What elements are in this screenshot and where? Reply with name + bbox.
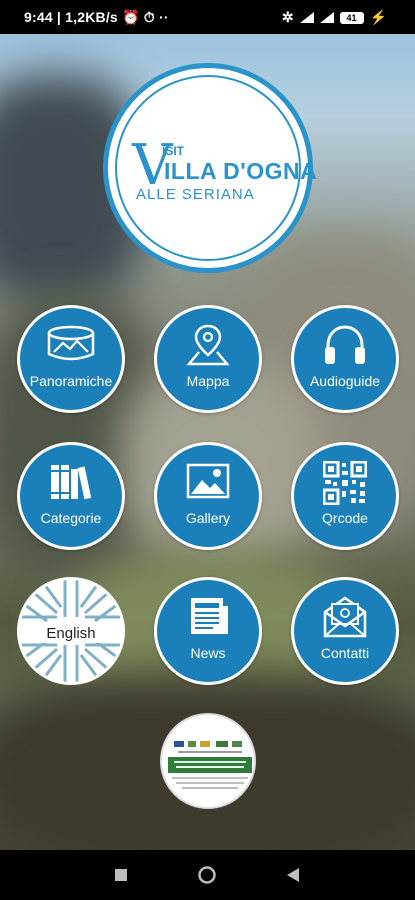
battery-icon: 41 xyxy=(339,11,364,24)
contatti-button[interactable]: Contatti xyxy=(291,577,399,685)
back-button[interactable] xyxy=(286,867,300,883)
email-icon xyxy=(294,596,396,640)
bluetooth-icon: ✲ xyxy=(281,9,294,25)
visit-villa-dogna-logo: V ISIT ILLA D'OGNA ALLE SERIANA xyxy=(103,63,317,273)
panoramiche-label: Panoramiche xyxy=(29,373,113,389)
contatti-label: Contatti xyxy=(320,645,370,661)
english-label: English xyxy=(20,624,122,643)
english-language-button[interactable]: English xyxy=(17,577,125,685)
categorie-button[interactable]: Categorie xyxy=(17,442,125,550)
gallery-label: Gallery xyxy=(185,510,231,526)
recents-button[interactable] xyxy=(114,868,128,882)
logo-main-text: ILLA D'OGNA xyxy=(164,158,318,184)
status-right: ✲ 41 ⚡ xyxy=(282,9,387,26)
news-label: News xyxy=(190,645,226,661)
status-bar: 9:44 | 1,2KB/s ⏰ ⏱ ·· ✲ 41 ⚡ xyxy=(0,0,415,34)
panorama-icon xyxy=(20,324,122,368)
home-button[interactable] xyxy=(197,865,217,885)
books-icon xyxy=(20,461,122,505)
signal-icon xyxy=(299,12,314,23)
headphones-icon xyxy=(294,324,396,368)
map-pin-icon xyxy=(157,324,259,368)
eu-funding-badge[interactable] xyxy=(160,713,256,809)
panoramiche-button[interactable]: Panoramiche xyxy=(17,305,125,413)
qr-code-icon xyxy=(294,461,396,505)
logo-sub-text: ALLE SERIANA xyxy=(136,186,255,203)
qrcode-button[interactable]: Qrcode xyxy=(291,442,399,550)
mappa-button[interactable]: Mappa xyxy=(154,305,262,413)
audioguide-label: Audioguide xyxy=(309,373,381,389)
news-button[interactable]: News xyxy=(154,577,262,685)
audioguide-button[interactable]: Audioguide xyxy=(291,305,399,413)
gallery-button[interactable]: Gallery xyxy=(154,442,262,550)
logo-isit-text: ISIT xyxy=(162,144,185,158)
alarm-icon: ⏱ xyxy=(143,9,155,25)
charging-icon: ⚡ xyxy=(369,9,387,25)
mappa-label: Mappa xyxy=(186,373,230,389)
network-speed: 1,2KB/s xyxy=(65,9,118,25)
status-time: 9:44 xyxy=(24,9,53,25)
eu-funding-image xyxy=(168,741,252,789)
system-nav-bar xyxy=(0,850,415,900)
signal-icon xyxy=(319,12,334,23)
newspaper-icon xyxy=(157,596,259,640)
alarm-off-icon: ⏰ xyxy=(122,9,140,25)
image-icon xyxy=(157,461,259,505)
status-left: 9:44 | 1,2KB/s ⏰ ⏱ ·· xyxy=(24,9,169,25)
qrcode-label: Qrcode xyxy=(322,510,368,526)
categorie-label: Categorie xyxy=(40,510,102,526)
more-dots-icon: ·· xyxy=(158,9,169,25)
